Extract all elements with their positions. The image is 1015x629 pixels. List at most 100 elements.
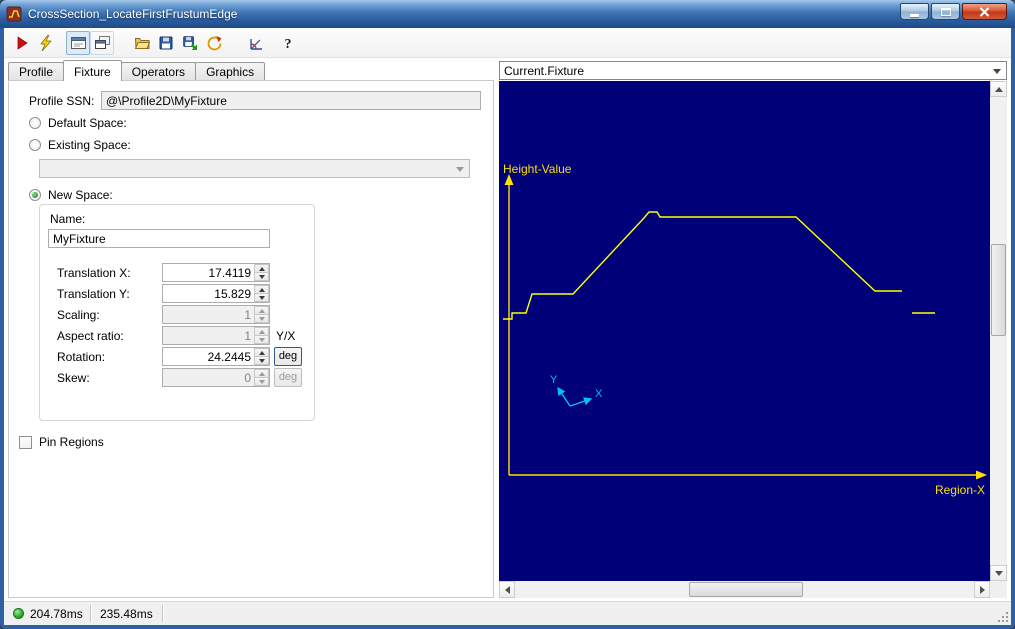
spin-down-button[interactable]: [254, 273, 269, 281]
up-arrow-icon: [259, 288, 265, 292]
fixture-profile-curve: [503, 212, 902, 319]
translation-y-spinner[interactable]: [162, 284, 270, 303]
maximize-button[interactable]: [931, 3, 960, 20]
minimize-button[interactable]: [900, 3, 929, 20]
rotation-deg-button[interactable]: deg: [274, 347, 302, 366]
toolbar: ?: [4, 28, 1011, 58]
spin-up-button[interactable]: [254, 348, 269, 357]
floppy-disk-icon: [158, 35, 174, 51]
scaling-spinner: [162, 305, 270, 324]
graphics-source-select[interactable]: Current.Fixture: [499, 61, 1007, 80]
title-bar[interactable]: CrossSection_LocateFirstFrustumEdge: [0, 0, 1015, 28]
graphics-viewport[interactable]: Height-Value Region-X Y X: [499, 81, 990, 581]
rotation-input[interactable]: [163, 348, 254, 365]
chevron-down-icon: [456, 167, 464, 172]
aspect-ratio-spinner: [162, 326, 270, 345]
scaling-input: [163, 306, 254, 323]
radio-label: Default Space:: [48, 116, 127, 130]
pin-regions-checkbox[interactable]: Pin Regions: [19, 435, 104, 449]
display-toggle-button[interactable]: [66, 31, 90, 55]
tab-profile[interactable]: Profile: [8, 62, 64, 80]
graphics-source-value: Current.Fixture: [504, 64, 584, 78]
up-arrow-icon: [259, 309, 265, 313]
curved-arrow-icon: [206, 35, 222, 51]
measure-button[interactable]: [244, 31, 268, 55]
profile-ssn-field[interactable]: [101, 91, 481, 110]
aspect-ratio-unit: Y/X: [276, 329, 295, 343]
radio-existing-space[interactable]: Existing Space:: [29, 138, 131, 152]
minimize-icon: [910, 14, 919, 17]
play-icon: [14, 35, 30, 51]
profile-plot: Height-Value Region-X Y X: [499, 81, 990, 581]
x-axis-arrow-icon: [976, 471, 987, 480]
scroll-left-button[interactable]: [499, 581, 515, 598]
scrollbar-corner: [990, 581, 1007, 598]
right-arrow-icon: [980, 586, 985, 594]
name-field[interactable]: [48, 229, 270, 248]
fixture-x-axis-marker: [570, 399, 591, 406]
help-button[interactable]: ?: [276, 31, 300, 55]
window-title: CrossSection_LocateFirstFrustumEdge: [28, 7, 237, 21]
down-arrow-icon: [259, 275, 265, 279]
up-arrow-icon: [995, 87, 1003, 92]
resize-grip[interactable]: [996, 610, 1009, 623]
up-arrow-icon: [259, 372, 265, 376]
rotation-spinner[interactable]: [162, 347, 270, 366]
protractor-icon: [248, 35, 265, 51]
translation-x-spinner[interactable]: [162, 263, 270, 282]
scaling-label: Scaling:: [57, 308, 100, 322]
translation-y-input[interactable]: [163, 285, 254, 302]
spin-down-button[interactable]: [254, 357, 269, 365]
vertical-scroll-thumb[interactable]: [991, 244, 1006, 336]
tab-graphics[interactable]: Graphics: [195, 62, 265, 80]
scroll-down-button[interactable]: [990, 565, 1007, 581]
horizontal-scroll-thumb[interactable]: [689, 582, 803, 597]
tab-label: Fixture: [74, 65, 111, 79]
tab-label: Graphics: [206, 65, 254, 79]
marker-x-label: X: [595, 388, 603, 400]
rotation-label: Rotation:: [57, 350, 105, 364]
tab-strip: Profile Fixture Operators Graphics: [8, 60, 264, 81]
radio-default-space[interactable]: Default Space:: [29, 116, 127, 130]
translation-x-input[interactable]: [163, 264, 254, 281]
translation-y-label: Translation Y:: [57, 287, 130, 301]
vertical-scrollbar[interactable]: [990, 81, 1007, 581]
horizontal-scrollbar[interactable]: [499, 581, 990, 598]
spin-up-button[interactable]: [254, 285, 269, 294]
question-mark-icon: ?: [281, 35, 295, 51]
radio-new-space[interactable]: New Space:: [29, 188, 113, 202]
clone-display-button[interactable]: [90, 31, 114, 55]
tab-operators[interactable]: Operators: [121, 62, 196, 80]
spin-up-button[interactable]: [254, 264, 269, 273]
execute-once-button[interactable]: [34, 31, 58, 55]
app-icon: [6, 6, 22, 22]
radio-circle-icon: [29, 117, 41, 129]
open-file-button[interactable]: [130, 31, 154, 55]
run-button[interactable]: [10, 31, 34, 55]
status-bar: 204.78ms 235.48ms: [4, 601, 1011, 625]
chevron-down-icon: [993, 69, 1001, 74]
open-folder-icon: [134, 35, 151, 51]
up-arrow-icon: [259, 267, 265, 271]
aspect-ratio-label: Aspect ratio:: [57, 329, 124, 343]
checkbox-label: Pin Regions: [39, 435, 104, 449]
aspect-ratio-input: [163, 327, 254, 344]
scroll-right-button[interactable]: [974, 581, 990, 598]
status-timing-2: 235.48ms: [100, 607, 153, 621]
save-as-button[interactable]: [178, 31, 202, 55]
scroll-up-button[interactable]: [990, 81, 1007, 97]
translation-x-label: Translation X:: [57, 266, 131, 280]
save-file-button[interactable]: [154, 31, 178, 55]
spin-down-button: [254, 336, 269, 344]
spin-down-button[interactable]: [254, 294, 269, 302]
close-button[interactable]: [962, 3, 1007, 20]
spin-up-button: [254, 306, 269, 315]
y-axis-label: Height-Value: [503, 162, 572, 176]
radio-label: Existing Space:: [48, 138, 131, 152]
new-space-group: Name: Translation X: Tran: [39, 204, 315, 421]
skew-label: Skew:: [57, 371, 90, 385]
reload-button[interactable]: [202, 31, 226, 55]
spin-up-button: [254, 369, 269, 378]
tab-fixture[interactable]: Fixture: [63, 60, 122, 81]
status-separator: [90, 605, 92, 622]
